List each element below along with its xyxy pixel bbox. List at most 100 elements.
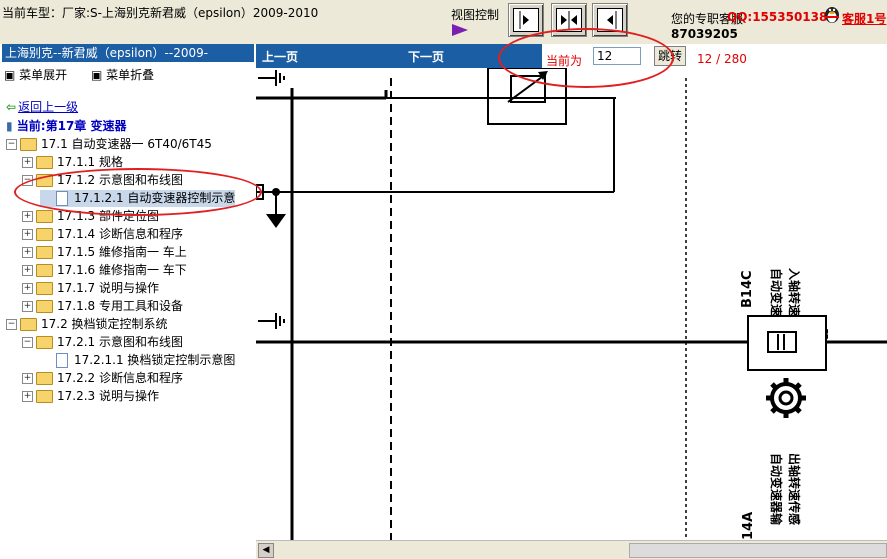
- folder-icon: [36, 390, 53, 403]
- expand-icon[interactable]: +: [22, 247, 33, 258]
- expand-icon[interactable]: +: [22, 229, 33, 240]
- folder-icon: [36, 210, 53, 223]
- scroll-thumb[interactable]: [629, 543, 887, 558]
- tree-node[interactable]: +17.2.3 说明与操作: [22, 388, 159, 405]
- tree-node-label: 17.1.7 说明与操作: [57, 281, 159, 295]
- page-number-input[interactable]: [593, 47, 641, 65]
- arrow-right-icon: [519, 11, 529, 29]
- arrow-left-icon: [607, 11, 617, 29]
- tree-node-label: 17.1.6 維修指南一 车下: [57, 263, 187, 277]
- collapse-menu-button[interactable]: ▣ 菜单折叠: [91, 68, 164, 82]
- b14a-label-line1: 自动变速器输: [769, 453, 784, 526]
- tree-node[interactable]: − 17.1 自动变速器一 6T40/6T45: [6, 136, 212, 153]
- b14a-code: 14A: [741, 512, 756, 540]
- expand-icon[interactable]: +: [22, 373, 33, 384]
- folder-icon: [36, 246, 53, 259]
- diagram-viewer: 上一页 下一页 当前为 跳转 12 / 280: [256, 44, 887, 559]
- view-control-label: 视图控制: [451, 8, 500, 22]
- b14a-label-line2: 出轴转速传感: [787, 453, 802, 525]
- tree-node[interactable]: +17.1.6 維修指南一 车下: [22, 262, 187, 279]
- tree-node[interactable]: +17.1.7 说明与操作: [22, 280, 159, 297]
- horizontal-scrollbar[interactable]: ◀: [256, 540, 887, 559]
- expand-icon[interactable]: +: [22, 157, 33, 168]
- ground-arrow-icon: [266, 214, 286, 228]
- view-fit-width-button[interactable]: [551, 3, 587, 37]
- back-link[interactable]: ⇦ 返回上一级: [6, 98, 78, 115]
- prev-page-button[interactable]: 上一页: [262, 48, 298, 65]
- tree-node[interactable]: 17.1.2.1 自动变速器控制示意: [40, 190, 236, 207]
- scroll-left-icon[interactable]: ◀: [258, 543, 274, 558]
- folder-icon: [36, 300, 53, 313]
- folder-icon: [36, 228, 53, 241]
- jump-button[interactable]: 跳转: [654, 46, 686, 66]
- page-count: 12 / 280: [697, 52, 747, 66]
- view-fit-left-button[interactable]: [592, 3, 628, 37]
- qq-service-link[interactable]: 客服1号: [842, 10, 886, 27]
- tree-node-label: 17.1.5 維修指南一 车上: [57, 245, 187, 259]
- tree-node-label: 17.1.8 专用工具和设备: [57, 299, 183, 313]
- tree-node[interactable]: +17.1.8 专用工具和设备: [22, 298, 183, 315]
- top-bar: 当前车型：厂家:S-上海别克新君威（epsilon）2009-2010 视图控制…: [0, 0, 887, 44]
- expand-icon[interactable]: +: [22, 301, 33, 312]
- qq-number: QQ:1553501388: [727, 10, 836, 24]
- tree-node-label: 17.2.2 诊断信息和程序: [57, 371, 183, 385]
- tree-node[interactable]: 17.2.1.1 换档锁定控制示意图: [40, 352, 235, 369]
- tree-node[interactable]: +17.1.4 诊断信息和程序: [22, 226, 183, 243]
- tree-node[interactable]: − 17.1.2 示意图和布线图: [22, 172, 183, 189]
- tree-node-label: 17.1.4 诊断信息和程序: [57, 227, 183, 241]
- ground-symbol-top: [258, 70, 285, 86]
- wiring-diagram: B14C 自动变速器输 入轴转速传感 器 14A 自动变速器输 出轴转速传感: [256, 68, 887, 541]
- sidebar: 上海别克--新君威（epsilon）--2009- ▣ 菜单展开 ▣ 菜单折叠 …: [0, 44, 257, 559]
- fit-width-icon: [561, 11, 577, 29]
- tree-node-label: 17.1 自动变速器一 6T40/6T45: [41, 137, 212, 151]
- chapter-icon: ▮: [6, 119, 13, 133]
- folder-icon: [36, 282, 53, 295]
- expand-icon[interactable]: +: [22, 265, 33, 276]
- ground-symbol-mid: [258, 313, 285, 329]
- document-icon: [56, 353, 68, 368]
- folder-icon: [36, 156, 53, 169]
- back-arrow-icon: ⇦: [6, 100, 17, 114]
- folder-icon: [36, 336, 53, 349]
- expand-menu-button[interactable]: ▣ 菜单展开: [4, 68, 77, 82]
- collapse-icon[interactable]: −: [6, 319, 17, 330]
- tree-node-label: 17.2.1 示意图和布线图: [57, 335, 183, 349]
- document-icon: [56, 191, 68, 206]
- gear-icon: [766, 378, 806, 418]
- folder-icon: [36, 372, 53, 385]
- menu-controls: ▣ 菜单展开 ▣ 菜单折叠: [4, 66, 174, 83]
- tree-node-label: 17.2.3 说明与操作: [57, 389, 159, 403]
- tree-node-label: 17.1.3 部件定位图: [57, 209, 159, 223]
- tree-node-label: 17.1.2.1 自动变速器控制示意: [74, 191, 236, 205]
- expand-icon[interactable]: +: [22, 391, 33, 402]
- phone-number: 87039205: [671, 27, 738, 41]
- current-page-label: 当前为: [546, 54, 583, 68]
- view-control-arrow-icon[interactable]: [452, 24, 468, 36]
- tree-node[interactable]: − 17.2.1 示意图和布线图: [22, 334, 183, 351]
- collapse-icon[interactable]: −: [22, 175, 33, 186]
- folder-icon: [36, 264, 53, 277]
- current-chapter: ▮ 当前:第17章 变速器: [6, 119, 127, 133]
- tree-node[interactable]: +17.1.5 維修指南一 车上: [22, 244, 187, 261]
- tree-node[interactable]: +17.1.3 部件定位图: [22, 208, 159, 225]
- expand-icon[interactable]: +: [22, 283, 33, 294]
- vehicle-model-title: 当前车型：厂家:S-上海别克新君威（epsilon）2009-2010: [2, 6, 319, 20]
- tree-node[interactable]: − 17.2 换档锁定控制系统: [6, 316, 168, 333]
- view-fit-right-button[interactable]: [508, 3, 544, 37]
- qq-penguin-icon[interactable]: [823, 4, 841, 24]
- collapse-icon[interactable]: −: [6, 139, 17, 150]
- next-page-button[interactable]: 下一页: [408, 48, 444, 65]
- tree-node-label: 17.2.1.1 换档锁定控制示意图: [74, 353, 236, 367]
- tree-node-label: 17.1.2 示意图和布线图: [57, 173, 183, 187]
- folder-icon: [36, 174, 53, 187]
- collapse-icon[interactable]: −: [22, 337, 33, 348]
- tree-node-label: 17.1.1 规格: [57, 155, 123, 169]
- b14c-code: B14C: [740, 270, 755, 308]
- tree-node-label: 17.2 换档锁定控制系统: [41, 317, 168, 331]
- sidebar-header: 上海别克--新君威（epsilon）--2009-: [2, 44, 254, 62]
- folder-icon: [20, 138, 37, 151]
- tree-node[interactable]: +17.1.1 规格: [22, 154, 123, 171]
- tree-node[interactable]: +17.2.2 诊断信息和程序: [22, 370, 183, 387]
- folder-icon: [20, 318, 37, 331]
- expand-icon[interactable]: +: [22, 211, 33, 222]
